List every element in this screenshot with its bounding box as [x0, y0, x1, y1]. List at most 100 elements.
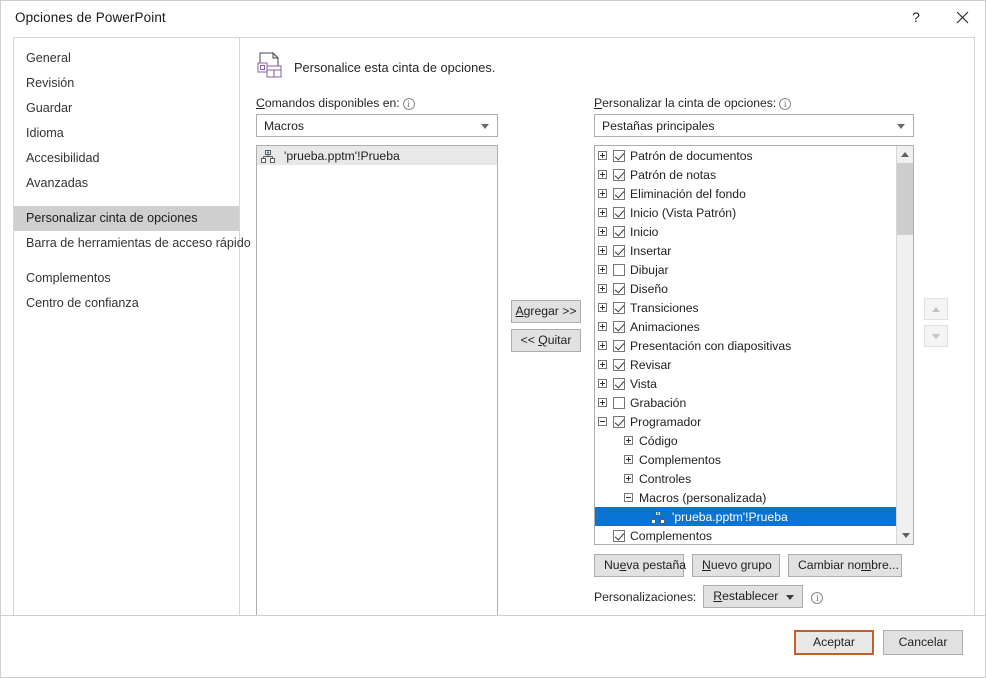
sidebar-item-accesibilidad[interactable]: Accesibilidad: [14, 146, 239, 171]
sidebar-item-avanzadas[interactable]: Avanzadas: [14, 171, 239, 196]
new-group-button[interactable]: Nuevo grupo: [692, 554, 780, 577]
tree-row-checkbox[interactable]: [610, 169, 627, 181]
sidebar-item-complementos[interactable]: Complementos: [14, 266, 239, 291]
tree-row[interactable]: Animaciones: [595, 317, 896, 336]
expand-icon[interactable]: [621, 469, 636, 488]
move-down-arrow-icon[interactable]: [924, 325, 948, 347]
tree-row[interactable]: Patrón de documentos: [595, 146, 896, 165]
expand-icon[interactable]: [595, 374, 610, 393]
expand-icon[interactable]: [621, 450, 636, 469]
tree-row[interactable]: Vista: [595, 374, 896, 393]
rename-button[interactable]: Cambiar nombre...: [788, 554, 902, 577]
add-button[interactable]: Agregar >>: [511, 300, 581, 323]
tree-row[interactable]: Insertar: [595, 241, 896, 260]
tree-row[interactable]: Programador: [595, 412, 896, 431]
info-icon[interactable]: i: [779, 98, 791, 110]
expand-icon[interactable]: [595, 222, 610, 241]
expand-icon[interactable]: [595, 317, 610, 336]
close-icon[interactable]: [939, 1, 985, 33]
expand-icon[interactable]: [595, 146, 610, 165]
tree-row-checkbox[interactable]: [610, 397, 627, 409]
tree-row-checkbox[interactable]: [610, 530, 627, 542]
tree-scrollbar[interactable]: [896, 146, 913, 544]
remove-button-accel: Q: [538, 333, 547, 347]
tree-row[interactable]: Grabación: [595, 393, 896, 412]
tree-row[interactable]: Complementos: [595, 526, 896, 544]
tree-row-checkbox[interactable]: [610, 302, 627, 314]
available-commands-listbox[interactable]: 'prueba.pptm'!Prueba: [256, 145, 498, 622]
expand-icon[interactable]: [595, 165, 610, 184]
tree-row[interactable]: Código: [595, 431, 896, 450]
help-question-icon[interactable]: ?: [893, 1, 939, 33]
tree-row-checkbox[interactable]: [610, 416, 627, 428]
tree-row-checkbox[interactable]: [610, 359, 627, 371]
tree-row-checkbox[interactable]: [610, 283, 627, 295]
move-up-arrow-icon[interactable]: [924, 298, 948, 320]
tree-row-checkbox[interactable]: [610, 188, 627, 200]
collapse-icon[interactable]: [595, 412, 610, 431]
tree-row[interactable]: 'prueba.pptm'!Prueba: [595, 507, 896, 526]
tree-row-checkbox[interactable]: [610, 264, 627, 276]
sidebar-item-revision[interactable]: Revisión: [14, 71, 239, 96]
tree-row[interactable]: Eliminación del fondo: [595, 184, 896, 203]
scroll-up-arrow-icon[interactable]: [897, 146, 913, 163]
available-commands-dropdown[interactable]: Macros: [256, 114, 498, 137]
info-icon[interactable]: i: [811, 592, 823, 604]
transfer-buttons: Agregar >> << Quitar: [511, 300, 581, 352]
expand-icon[interactable]: [595, 260, 610, 279]
customize-columns: Comandos disponibles en: i Macros: [256, 96, 960, 638]
tree-row-checkbox[interactable]: [610, 340, 627, 352]
expand-icon[interactable]: [621, 431, 636, 450]
tree-row[interactable]: Macros (personalizada): [595, 488, 896, 507]
tree-row-checkbox[interactable]: [610, 207, 627, 219]
sidebar-item-general[interactable]: General: [14, 46, 239, 71]
expand-icon[interactable]: [595, 279, 610, 298]
ribbon-tabs-dropdown[interactable]: Pestañas principales: [594, 114, 914, 137]
tree-row[interactable]: Patrón de notas: [595, 165, 896, 184]
footer-buttons: Aceptar Cancelar: [794, 630, 963, 655]
ribbon-tree-listbox[interactable]: Patrón de documentosPatrón de notasElimi…: [594, 145, 914, 545]
sidebar-item-centro-confianza[interactable]: Centro de confianza: [14, 291, 239, 316]
sidebar-item-idioma[interactable]: Idioma: [14, 121, 239, 146]
reset-button[interactable]: Restablecer: [703, 585, 803, 608]
list-item[interactable]: 'prueba.pptm'!Prueba: [257, 146, 497, 165]
tree-row[interactable]: Diseño: [595, 279, 896, 298]
tree-row-checkbox[interactable]: [610, 245, 627, 257]
tree-row-label: Programador: [627, 415, 701, 429]
expand-icon[interactable]: [595, 336, 610, 355]
sidebar-item-personalizar-cinta[interactable]: Personalizar cinta de opciones: [14, 206, 239, 231]
remove-button[interactable]: << Quitar: [511, 329, 581, 352]
cancel-button[interactable]: Cancelar: [883, 630, 963, 655]
info-icon[interactable]: i: [403, 98, 415, 110]
expand-icon[interactable]: [595, 355, 610, 374]
tree-row[interactable]: Revisar: [595, 355, 896, 374]
collapse-icon[interactable]: [621, 488, 636, 507]
sidebar-separator-1: [14, 196, 239, 206]
sidebar-item-guardar[interactable]: Guardar: [14, 96, 239, 121]
tree-row[interactable]: Presentación con diapositivas: [595, 336, 896, 355]
tree-row-label: Inicio (Vista Patrón): [627, 206, 736, 220]
macro-icon: [651, 509, 669, 523]
tree-row-checkbox[interactable]: [610, 378, 627, 390]
tree-row[interactable]: Inicio: [595, 222, 896, 241]
expand-icon[interactable]: [595, 393, 610, 412]
tree-row[interactable]: Transiciones: [595, 298, 896, 317]
tree-row[interactable]: Controles: [595, 469, 896, 488]
ok-button[interactable]: Aceptar: [794, 630, 874, 655]
sidebar-item-barra-acceso-rapido[interactable]: Barra de herramientas de acceso rápido: [14, 231, 239, 256]
expand-icon[interactable]: [595, 298, 610, 317]
tree-row-checkbox[interactable]: [610, 321, 627, 333]
tree-row[interactable]: Dibujar: [595, 260, 896, 279]
expander-spacer: [595, 526, 610, 544]
scrollbar-thumb[interactable]: [897, 163, 914, 235]
tree-row[interactable]: Inicio (Vista Patrón): [595, 203, 896, 222]
expand-icon[interactable]: [595, 241, 610, 260]
expand-icon[interactable]: [595, 203, 610, 222]
tree-row-checkbox[interactable]: [610, 226, 627, 238]
new-tab-button[interactable]: Nueva pestaña: [594, 554, 684, 577]
tree-row-label: Código: [636, 434, 678, 448]
tree-row-checkbox[interactable]: [610, 150, 627, 162]
tree-row[interactable]: Complementos: [595, 450, 896, 469]
scroll-down-arrow-icon[interactable]: [897, 527, 914, 544]
expand-icon[interactable]: [595, 184, 610, 203]
